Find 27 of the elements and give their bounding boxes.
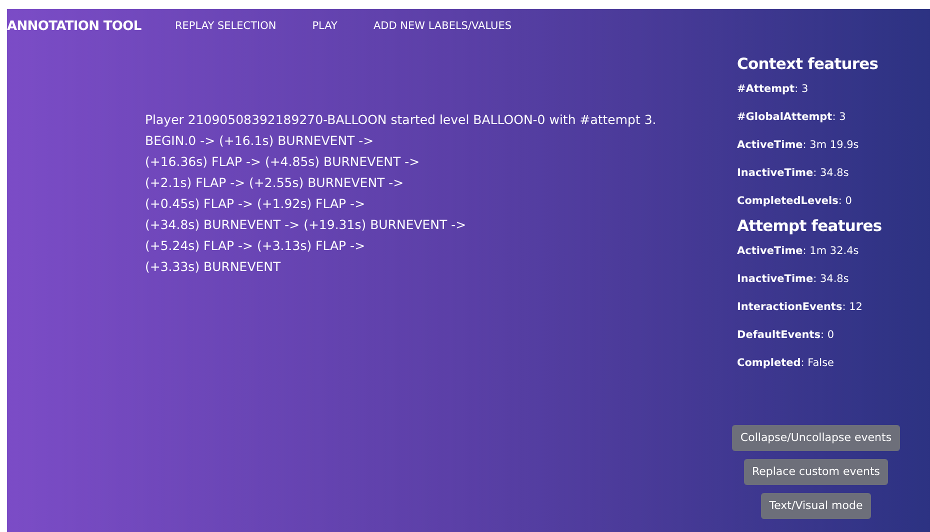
feature-row-text: InactiveTime: 34.8s	[737, 272, 850, 286]
feature-row-text: Completed: False	[737, 356, 835, 370]
nav-link[interactable]: PLAY	[312, 19, 338, 35]
feature-row-text: ActiveTime: 1m 32.4s	[737, 244, 860, 258]
feature-row-text: InteractionEvents: 12	[737, 300, 864, 314]
action-button[interactable]: Replace custom events	[744, 459, 888, 485]
feature-row-text: InactiveTime: 34.8s	[737, 166, 850, 180]
event-log-line: Player 21090508392189270-BALLOON started level BALLOON-0 with #attempt 3.	[145, 111, 658, 129]
feature-row-text: ActiveTime: 3m 19.9s	[737, 138, 860, 152]
feature-row-text: #GlobalAttempt: 3	[737, 110, 847, 124]
action-button[interactable]: Text/Visual mode	[761, 493, 871, 519]
app-title: ANNOTATION TOOL	[7, 18, 142, 36]
event-log-line: (+34.8s) BURNEVENT -> (+19.31s) BURNEVENT ->	[145, 216, 468, 234]
event-log-line: BEGIN.0 -> (+16.1s) BURNEVENT ->	[145, 132, 375, 150]
event-log-line: (+5.24s) FLAP -> (+3.13s) FLAP ->	[145, 237, 366, 255]
section-heading: Attempt features	[737, 216, 883, 237]
nav-link[interactable]: ADD NEW LABELS/VALUES	[373, 19, 512, 35]
feature-row-text: DefaultEvents: 0	[737, 328, 836, 342]
section-heading: Context features	[737, 54, 880, 75]
action-button[interactable]: Collapse/Uncollapse events	[732, 425, 900, 451]
event-log-line: (+16.36s) FLAP -> (+4.85s) BURNEVENT ->	[145, 153, 421, 171]
event-log-line: (+3.33s) BURNEVENT	[145, 258, 282, 276]
nav-link[interactable]: REPLAY SELECTION	[175, 19, 276, 35]
event-log-line: (+0.45s) FLAP -> (+1.92s) FLAP ->	[145, 195, 366, 213]
feature-row-text: CompletedLevels: 0	[737, 194, 853, 208]
feature-row-text: #Attempt: 3	[737, 82, 810, 96]
event-log-line: (+2.1s) FLAP -> (+2.55s) BURNEVENT ->	[145, 174, 405, 192]
